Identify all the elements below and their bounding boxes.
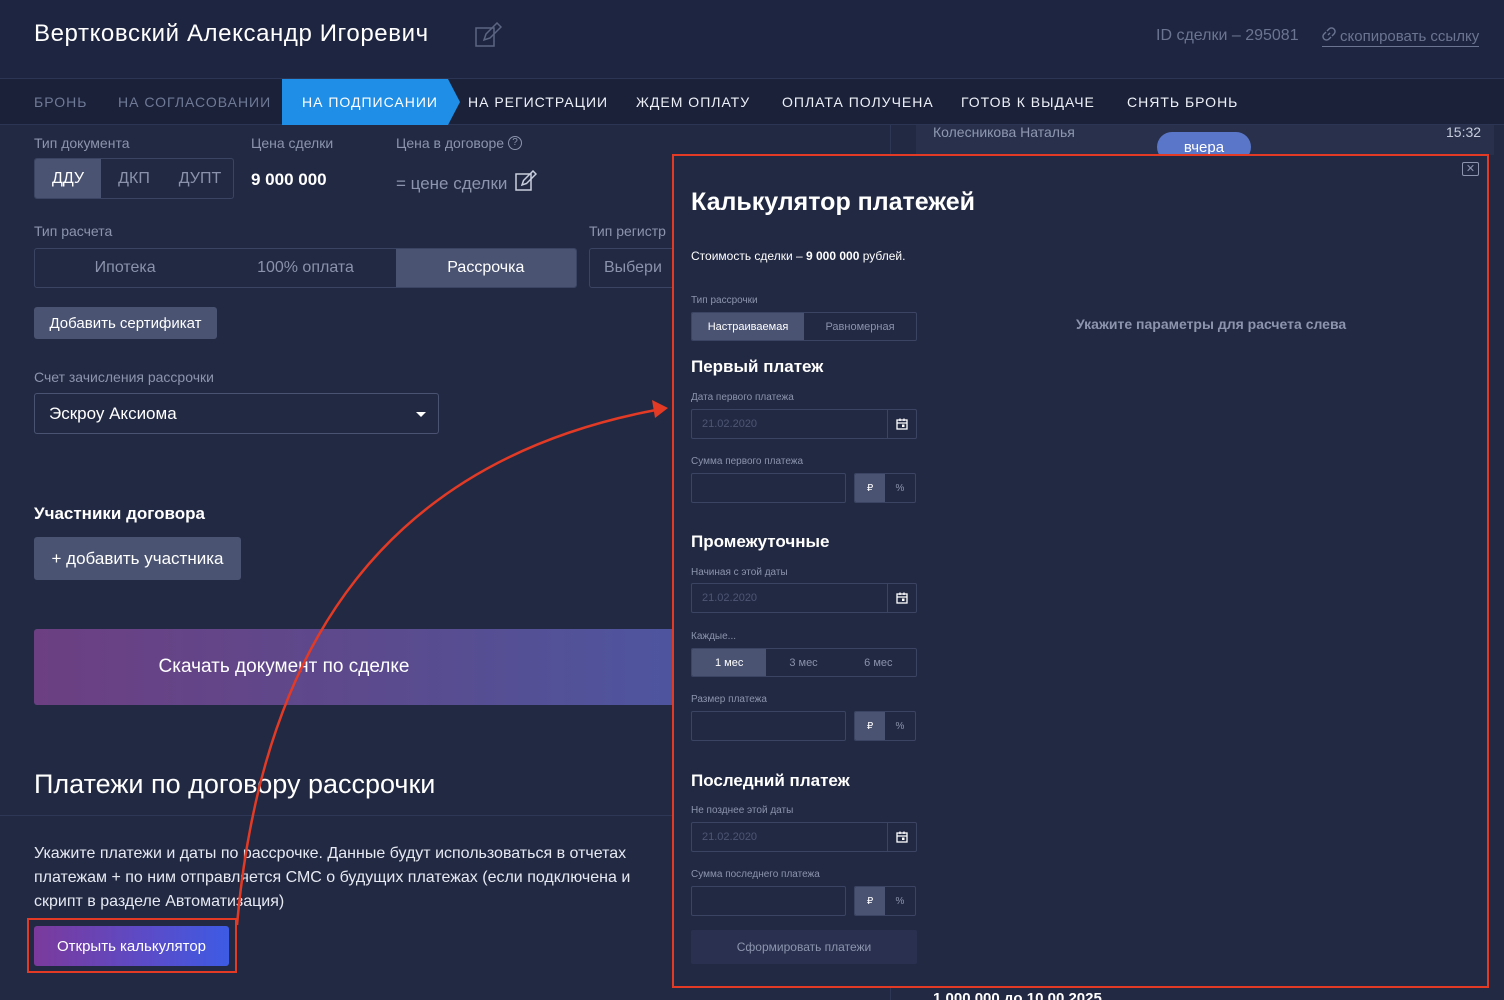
annotation-arrow: [235, 400, 668, 926]
